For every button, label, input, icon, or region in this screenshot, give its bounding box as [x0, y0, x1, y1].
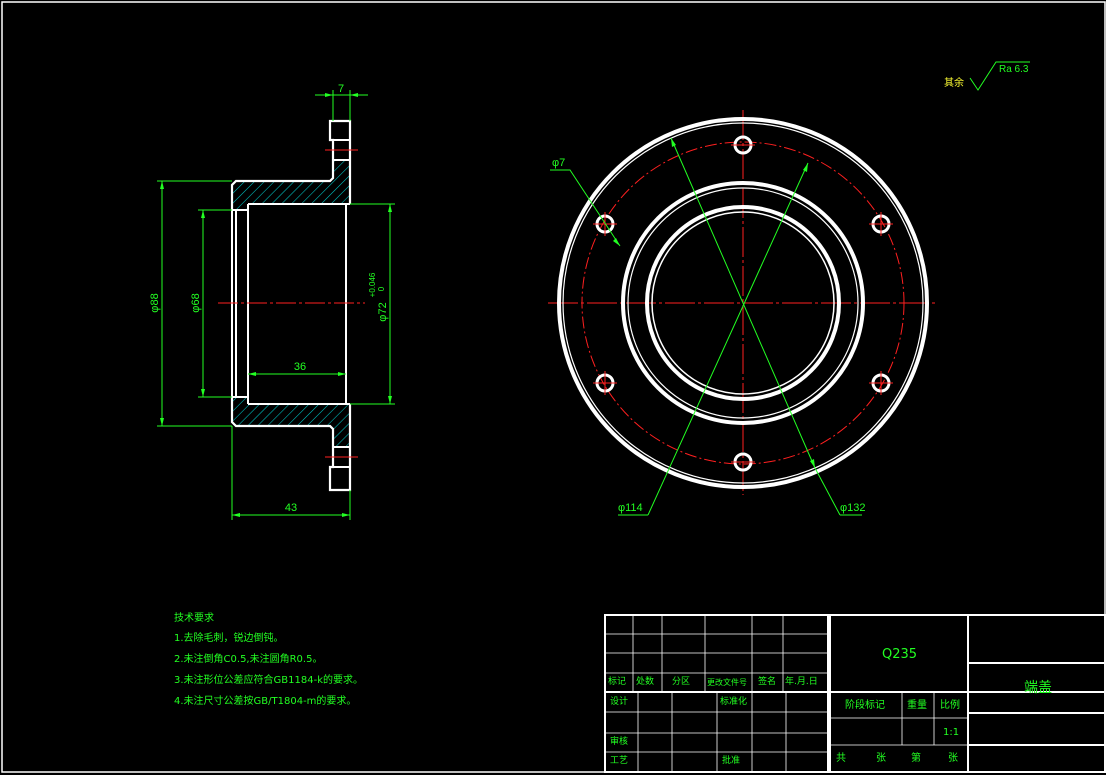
- approve-label: 批准: [722, 756, 741, 766]
- section-view: 7 φ88 φ68 φ72 +0.046 0 36 43: [149, 83, 395, 520]
- dim-outer-diameter: φ88: [149, 293, 161, 312]
- design-label: 设计: [610, 697, 629, 707]
- dim-fit-tolerance: +0.046: [368, 272, 377, 297]
- tech-req-item-4: 4.未注尺寸公差按GB/T1804-m的要求。: [174, 696, 357, 707]
- roughness-value: Ra 6.3: [999, 64, 1029, 75]
- dim-inner-diameter: φ68: [190, 293, 202, 312]
- header-zone: 分区: [672, 677, 691, 687]
- scale-label: 比例: [940, 700, 960, 711]
- front-view: φ7 φ114 φ132: [548, 110, 938, 516]
- header-mark: 标记: [608, 677, 627, 687]
- sheet-unit2-label: 张: [948, 753, 958, 764]
- sheet-unit-label: 张: [876, 753, 886, 764]
- drawing-border: [1, 1, 1106, 773]
- stage-mark-label: 阶段标记: [845, 700, 885, 711]
- tech-req-item-3: 3.未注形位公差应符合GB1184-k的要求。: [174, 675, 363, 686]
- process-label: 工艺: [610, 756, 629, 766]
- dim-fit-diameter: φ72: [377, 302, 389, 321]
- dim-flange-thickness: 7: [338, 83, 344, 95]
- tech-req-title: 技术要求: [174, 613, 214, 624]
- sheet-no-label: 第: [911, 753, 921, 764]
- scale-value: 1:1: [943, 727, 960, 738]
- part-name-label: 端盖: [1024, 680, 1052, 696]
- header-signature: 签名: [758, 677, 777, 687]
- tech-req-item-1: 1.去除毛刺，锐边倒钝。: [174, 633, 284, 644]
- dim-pcd-diameter: φ114: [618, 502, 643, 514]
- dim-bore-depth: 36: [294, 361, 306, 373]
- dim-total-length: 43: [285, 502, 297, 514]
- roughness-label: 其余: [944, 76, 964, 89]
- dim-fit-tolerance-lower: 0: [377, 286, 386, 291]
- dim-hole-diameter: φ7: [552, 157, 565, 169]
- roughness-symbol: 其余 Ra 6.3: [944, 61, 1030, 91]
- header-date: 年.月.日: [785, 677, 818, 687]
- dim-flange-diameter: φ132: [840, 502, 866, 514]
- cad-drawing: 7 φ88 φ68 φ72 +0.046 0 36 43 φ7 φ114 φ13…: [1, 1, 1106, 773]
- header-count: 处数: [636, 677, 655, 687]
- weight-label: 重量: [907, 700, 927, 711]
- header-change-doc: 更改文件号: [707, 678, 747, 687]
- review-label: 审核: [610, 737, 629, 747]
- tech-req-item-2: 2.未注倒角C0.5,未注圆角R0.5。: [174, 654, 323, 665]
- total-label: 共: [836, 753, 846, 764]
- material-label: Q235: [882, 647, 918, 662]
- standardize-label: 标准化: [720, 697, 748, 707]
